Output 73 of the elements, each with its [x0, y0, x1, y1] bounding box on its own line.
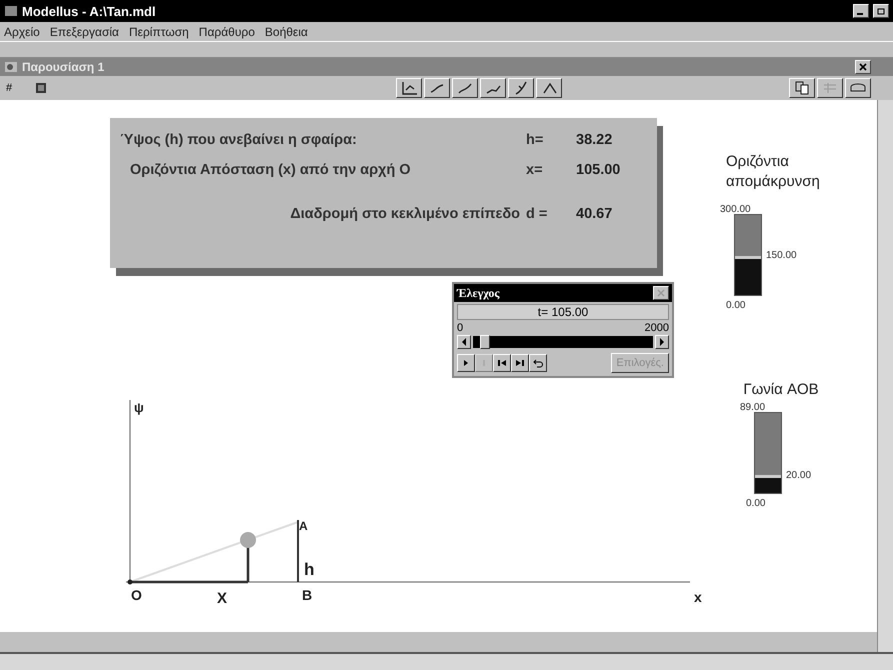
step-forward-button[interactable] [511, 354, 529, 372]
control-title: Έλεγχος [457, 286, 500, 300]
menu-item[interactable]: Επεξεργασία [50, 24, 119, 38]
graph-label: O [131, 587, 142, 603]
replay-button[interactable] [529, 354, 547, 372]
time-slider[interactable] [473, 336, 653, 348]
readout-symbol: x= [526, 162, 544, 178]
graph-label: X [217, 590, 228, 607]
app-icon [4, 5, 18, 17]
graph-label: A [299, 519, 308, 533]
restore-button[interactable] [873, 4, 889, 18]
vertical-scrollbar[interactable] [877, 100, 893, 652]
restore-icon [876, 7, 886, 15]
step-forward-icon [514, 357, 526, 369]
readout-value: 40.67 [576, 206, 614, 222]
horizontal-scrollbar[interactable] [0, 652, 893, 670]
graph-label: ψ [134, 400, 144, 415]
tool-button[interactable] [396, 78, 422, 98]
menu-item[interactable]: Παράθυρο [198, 24, 255, 38]
readout-label: Διαδρομή στο κεκλιμένο επίπεδο [289, 206, 520, 222]
scroll-left-button[interactable] [457, 335, 471, 349]
tool-button[interactable] [452, 78, 478, 98]
readout-value: 38.22 [576, 132, 614, 148]
readout-label: Οριζόντια Απόσταση (x) από την αρχή O [129, 162, 412, 178]
readout-symbol: d = [526, 206, 548, 222]
step-back-button[interactable] [493, 354, 511, 372]
window-title: Modellus - A:\Tan.mdl [22, 4, 157, 18]
meter-min: 0.00 [726, 300, 746, 311]
play-button[interactable] [457, 354, 475, 372]
table-icon [822, 81, 838, 95]
graph-label: x [694, 589, 702, 605]
readout-label: Ύψος (h) που ανεβαίνει η σφαίρα: [120, 132, 358, 148]
plot-icon [400, 80, 418, 96]
shape-button[interactable] [845, 78, 871, 98]
meter-mid: 150.00 [766, 250, 797, 261]
time-display: t= 105.00 [457, 304, 669, 320]
meter-mid: 20.00 [786, 470, 812, 481]
close-button[interactable] [855, 60, 871, 74]
menu-item[interactable]: Περίπτωση [128, 24, 189, 38]
close-icon [859, 63, 867, 71]
meter-max: 89.00 [740, 402, 766, 413]
tool-button[interactable] [508, 78, 534, 98]
step-back-icon [496, 357, 508, 369]
slider-thumb[interactable] [480, 335, 490, 349]
left-arrow-icon [461, 338, 467, 346]
menu-item[interactable]: Αρχείο [4, 24, 40, 38]
graph-label: B [302, 587, 312, 603]
document-title: Παρουσίαση 1 [22, 60, 106, 74]
replay-icon [532, 357, 544, 369]
tool-button[interactable] [480, 78, 506, 98]
scale-max: 2000 [644, 322, 669, 334]
table-button[interactable] [817, 78, 843, 98]
meter-title: Οριζόντια απομάκρυνση [726, 152, 821, 192]
minimize-button[interactable] [853, 4, 869, 18]
tool-button[interactable] [424, 78, 450, 98]
scroll-right-button[interactable] [655, 335, 669, 349]
copy-button[interactable] [789, 78, 815, 98]
scale-min: 0 [457, 322, 464, 334]
toolbar-mark: # [6, 82, 14, 94]
right-arrow-icon [659, 338, 665, 346]
readout-symbol: h= [526, 132, 544, 148]
tool-button[interactable] [536, 78, 562, 98]
document-icon [4, 61, 18, 73]
graph-label: h [304, 560, 314, 579]
close-icon [657, 289, 665, 297]
close-button[interactable] [653, 286, 669, 300]
stop-icon[interactable] [36, 83, 46, 93]
meter-min: 0.00 [746, 498, 766, 509]
readout-value: 105.00 [576, 162, 622, 178]
copy-icon [794, 81, 810, 95]
menu-item[interactable]: Βοήθεια [264, 24, 308, 38]
meter-max: 300.00 [720, 204, 751, 215]
meter-title: Γωνία AOB [742, 380, 820, 400]
